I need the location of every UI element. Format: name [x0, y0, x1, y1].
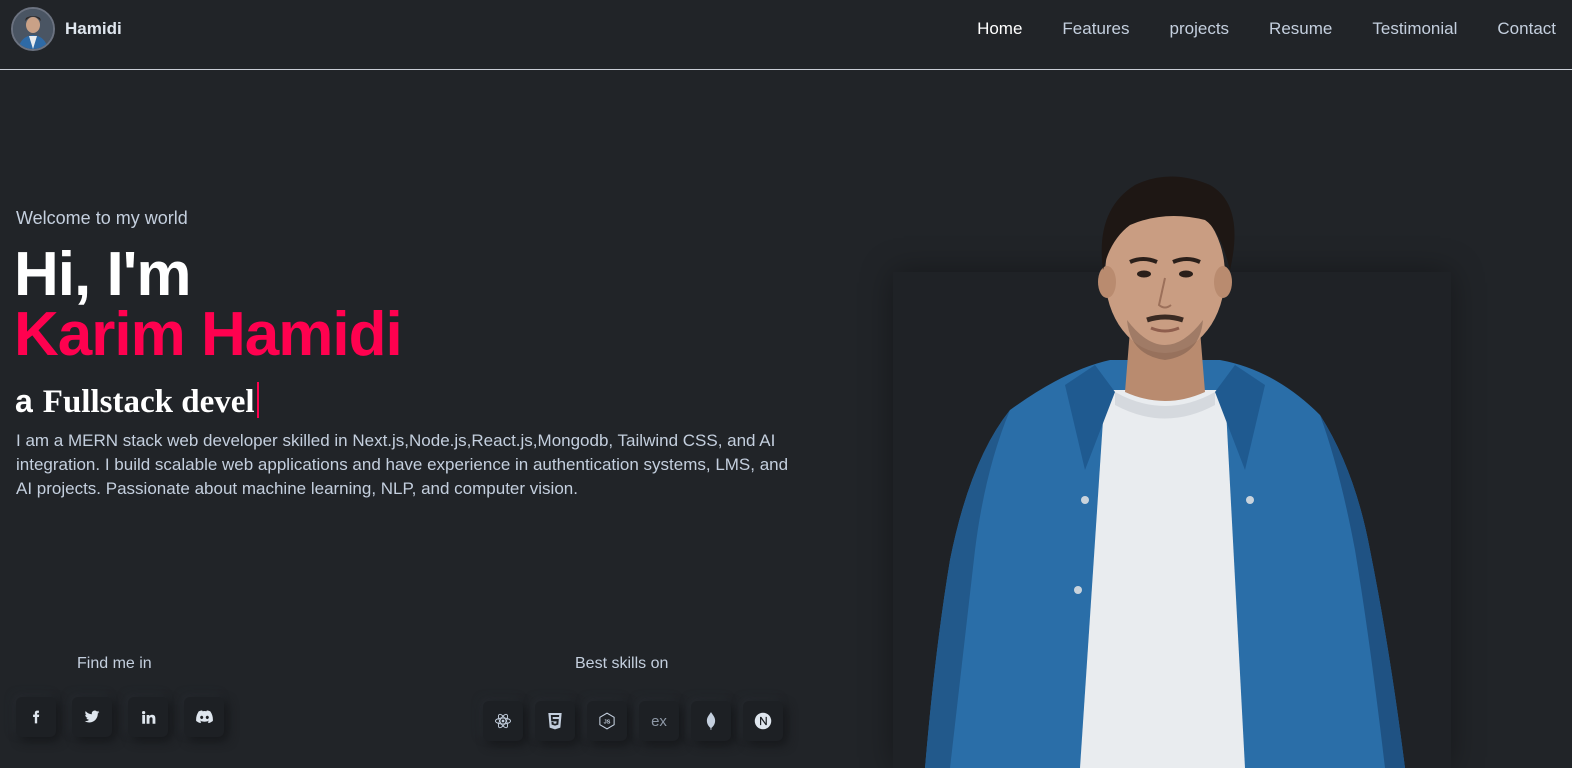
skill-express[interactable]: ex — [639, 701, 679, 741]
skill-nextjs[interactable] — [743, 701, 783, 741]
facebook-link[interactable] — [16, 697, 56, 737]
skills-list: JS ex — [483, 701, 795, 741]
nav-contact[interactable]: Contact — [1497, 19, 1556, 39]
intro-description: I am a MERN stack web developer skilled … — [16, 431, 789, 498]
nav-testimonial[interactable]: Testimonial — [1372, 19, 1457, 39]
facebook-icon — [33, 710, 40, 724]
discord-icon — [195, 710, 213, 724]
twitter-link[interactable] — [72, 697, 112, 737]
brand-name: Hamidi — [65, 19, 122, 38]
welcome-text: Welcome to my world — [16, 208, 188, 228]
discord-link[interactable] — [184, 697, 224, 737]
skill-mongodb[interactable] — [691, 701, 731, 741]
name-heading: Karim Hamidi — [14, 300, 403, 369]
nav-projects[interactable]: projects — [1170, 19, 1230, 39]
css3-icon — [548, 713, 562, 730]
linkedin-link[interactable] — [128, 697, 168, 737]
nav-features[interactable]: Features — [1062, 19, 1129, 39]
nav-resume[interactable]: Resume — [1269, 19, 1332, 39]
nextjs-icon — [754, 712, 772, 730]
linkedin-icon — [141, 710, 155, 724]
nodejs-icon: JS — [599, 712, 615, 730]
skill-react[interactable] — [483, 701, 523, 741]
skill-nodejs[interactable]: JS — [587, 701, 627, 741]
skill-css3[interactable] — [535, 701, 575, 741]
best-skills-title: Best skills on — [575, 655, 669, 672]
nav-home[interactable]: Home — [977, 19, 1022, 39]
avatar — [11, 7, 55, 51]
svg-text:JS: JS — [604, 719, 611, 725]
brand[interactable]: Hamidi — [11, 7, 122, 51]
social-links — [16, 697, 240, 737]
role-prefix: a — [15, 383, 33, 419]
main-nav: Home Features projects Resume Testimonia… — [937, 19, 1556, 39]
twitter-icon — [84, 710, 100, 723]
find-me-title: Find me in — [77, 655, 152, 672]
profile-photo — [925, 176, 1405, 768]
express-icon: ex — [651, 712, 667, 730]
role-typed-text: Fullstack devel — [42, 384, 255, 420]
react-icon — [495, 713, 511, 729]
typing-cursor — [256, 382, 259, 418]
site-header: Hamidi Home Features projects Resume Tes… — [0, 0, 1572, 70]
role-typewriter: a Fullstack devel — [15, 376, 259, 421]
mongodb-icon — [706, 712, 716, 730]
